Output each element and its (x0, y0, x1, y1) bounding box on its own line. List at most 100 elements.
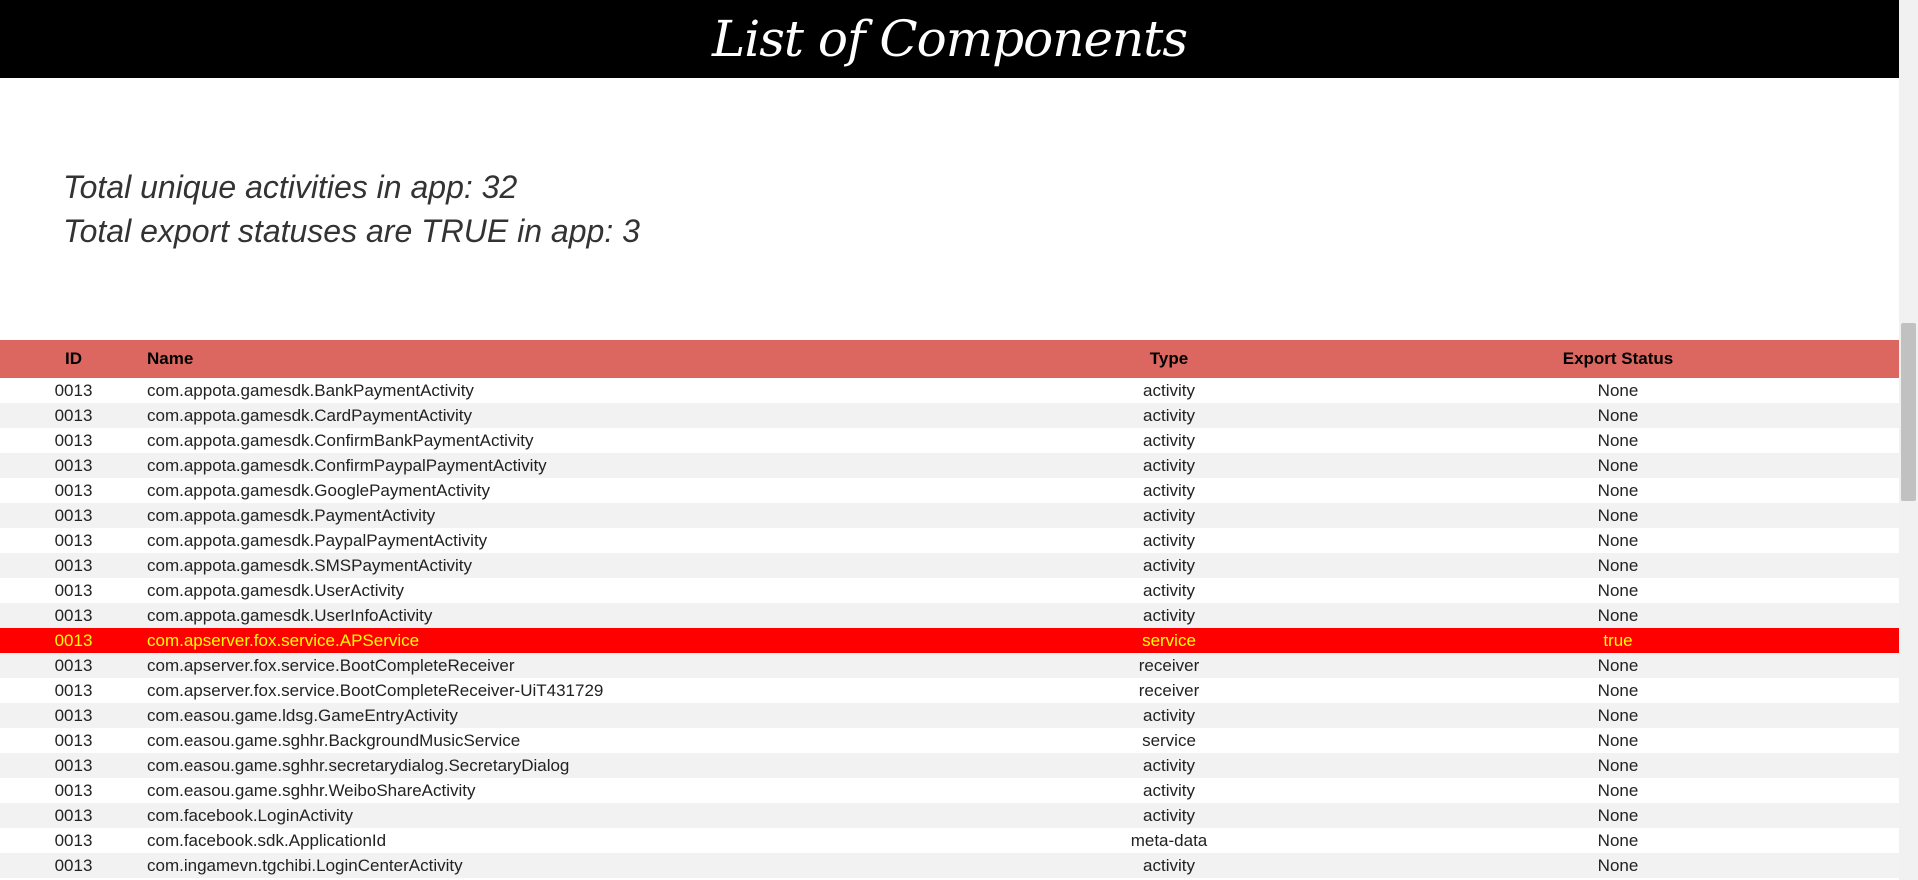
table-row: 0013 com.facebook.sdk.ApplicationId meta-d… (0, 828, 1899, 853)
cell-export-status: None (1597, 380, 1639, 400)
table-row: 0013 com.easou.game.sghhr.BackgroundMusic… (0, 728, 1899, 753)
cell-export-status: None (1597, 780, 1639, 800)
table-row: 0013 com.ingamevn.tgchibi.LoginCenterActi… (0, 853, 1899, 878)
cell-export-status: None (1597, 605, 1639, 625)
cell-id: 0013 (54, 655, 93, 675)
cell-type: activity (1143, 555, 1195, 575)
cell-type: activity (1143, 805, 1195, 825)
cell-id: 0013 (54, 805, 93, 825)
cell-id: 0013 (54, 705, 93, 725)
table-row: 0013 com.easou.game.sghhr.secretarydialog… (0, 753, 1899, 778)
cell-name: com.appota.gamesdk.UserActivity (147, 580, 404, 600)
cell-id: 0013 (54, 455, 93, 475)
column-header-export-status: Export Status (1562, 349, 1674, 368)
table-row: 0013 com.appota.gamesdk.CardPaymentActivi… (0, 403, 1899, 428)
cell-name: com.appota.gamesdk.BankPaymentActivity (147, 380, 474, 400)
cell-id: 0013 (54, 780, 93, 800)
cell-export-status: None (1597, 655, 1639, 675)
cell-name: com.easou.game.sghhr.BackgroundMusicServ… (147, 730, 521, 750)
table-row: 0013 com.appota.gamesdk.ConfirmBankPaymen… (0, 428, 1899, 453)
table-row: 0013 com.easou.game.ldsg.GameEntryActivit… (0, 703, 1899, 728)
cell-type: receiver (1138, 680, 1200, 700)
cell-name: com.appota.gamesdk.ConfirmBankPaymentAct… (147, 430, 534, 450)
cell-name: com.appota.gamesdk.CardPaymentActivity (147, 405, 473, 425)
table-row-exported: 0013 com.apserver.fox.service.APService se… (0, 628, 1899, 653)
table-row: 0013 com.appota.gamesdk.BankPaymentActivi… (0, 378, 1899, 403)
cell-name: com.appota.gamesdk.PaymentActivity (147, 505, 436, 525)
cell-name: com.apserver.fox.service.APService (147, 630, 420, 650)
cell-type: activity (1143, 430, 1195, 450)
cell-export-status: None (1597, 680, 1639, 700)
cell-export-status: None (1597, 405, 1639, 425)
cell-type: activity (1143, 605, 1195, 625)
cell-export-status: None (1597, 580, 1639, 600)
cell-id: 0013 (54, 755, 93, 775)
cell-name: com.easou.game.sghhr.secretarydialog.Sec… (147, 755, 570, 775)
cell-type: receiver (1138, 655, 1200, 675)
column-header-id: ID (65, 349, 82, 368)
cell-type: meta-data (1130, 830, 1208, 850)
cell-export-status: None (1597, 805, 1639, 825)
scrollbar-thumb[interactable] (1901, 323, 1916, 501)
table-row: 0013 com.appota.gamesdk.ConfirmPaypalPaym… (0, 453, 1899, 478)
table-row: 0013 com.facebook.LoginActivity activity No… (0, 803, 1899, 828)
table-row: 0013 com.apserver.fox.service.BootComplet… (0, 678, 1899, 703)
vertical-scrollbar[interactable] (1899, 0, 1918, 880)
page-header: List of Components (0, 0, 1899, 78)
cell-export-status: None (1597, 830, 1639, 850)
table-row: 0013 com.apserver.fox.service.BootComplet… (0, 653, 1899, 678)
cell-id: 0013 (54, 730, 93, 750)
cell-export-status: None (1597, 730, 1639, 750)
cell-type: activity (1143, 855, 1195, 875)
cell-name: com.appota.gamesdk.SMSPaymentActivity (147, 555, 473, 575)
table-header-row: ID Name Type Export Status (0, 340, 1899, 378)
cell-id: 0013 (54, 630, 93, 650)
cell-export-status: true (1603, 630, 1633, 650)
cell-export-status: None (1597, 555, 1639, 575)
table-body: 0013 com.appota.gamesdk.BankPaymentActivi… (0, 378, 1899, 878)
cell-name: com.appota.gamesdk.GooglePaymentActivity (147, 480, 491, 500)
cell-name: com.apserver.fox.service.BootCompleteRec… (147, 655, 515, 675)
cell-name: com.ingamevn.tgchibi.LoginCenterActivity (147, 855, 463, 875)
cell-export-status: None (1597, 855, 1639, 875)
cell-export-status: None (1597, 455, 1639, 475)
cell-id: 0013 (54, 480, 93, 500)
table-row: 0013 com.appota.gamesdk.SMSPaymentActivit… (0, 553, 1899, 578)
cell-name: com.appota.gamesdk.ConfirmPaypalPaymentA… (147, 455, 547, 475)
cell-type: activity (1143, 755, 1195, 775)
table-row: 0013 com.appota.gamesdk.GooglePaymentActi… (0, 478, 1899, 503)
cell-id: 0013 (54, 530, 93, 550)
cell-id: 0013 (54, 380, 93, 400)
cell-type: activity (1143, 505, 1195, 525)
components-table: ID Name Type Export Status 0013 com.appot… (0, 340, 1899, 878)
cell-name: com.easou.game.sghhr.WeiboShareActivity (147, 780, 476, 800)
cell-name: com.easou.game.ldsg.GameEntryActivity (147, 705, 458, 725)
table-row: 0013 com.appota.gamesdk.UserInfoActivity a… (0, 603, 1899, 628)
page-title: List of Components (712, 10, 1188, 68)
components-table-container: ID Name Type Export Status 0013 com.appot… (0, 340, 1899, 878)
stats-summary: Total unique activities in app: 32 Total… (63, 165, 640, 253)
table-row: 0013 com.appota.gamesdk.PaymentActivity ac… (0, 503, 1899, 528)
cell-name: com.facebook.LoginActivity (147, 805, 353, 825)
cell-type: activity (1143, 580, 1195, 600)
cell-type: activity (1143, 480, 1195, 500)
cell-id: 0013 (54, 855, 93, 875)
cell-id: 0013 (54, 580, 93, 600)
cell-name: com.apserver.fox.service.BootCompleteRec… (147, 680, 604, 700)
cell-export-status: None (1597, 705, 1639, 725)
cell-type: activity (1143, 380, 1195, 400)
cell-type: service (1142, 730, 1196, 750)
unique-activities-stat: Total unique activities in app: 32 (63, 169, 518, 205)
table-row: 0013 com.easou.game.sghhr.WeiboShareActiv… (0, 778, 1899, 803)
cell-name: com.appota.gamesdk.PaypalPaymentActivity (147, 530, 488, 550)
cell-export-status: None (1597, 505, 1639, 525)
cell-type: activity (1143, 405, 1195, 425)
cell-id: 0013 (54, 505, 93, 525)
cell-id: 0013 (54, 605, 93, 625)
export-true-stat: Total export statuses are TRUE in app: 3 (63, 213, 640, 249)
cell-name: com.appota.gamesdk.UserInfoActivity (147, 605, 433, 625)
column-header-name: Name (147, 349, 194, 368)
cell-id: 0013 (54, 830, 93, 850)
column-header-type: Type (1149, 349, 1189, 368)
cell-name: com.facebook.sdk.ApplicationId (147, 830, 387, 850)
